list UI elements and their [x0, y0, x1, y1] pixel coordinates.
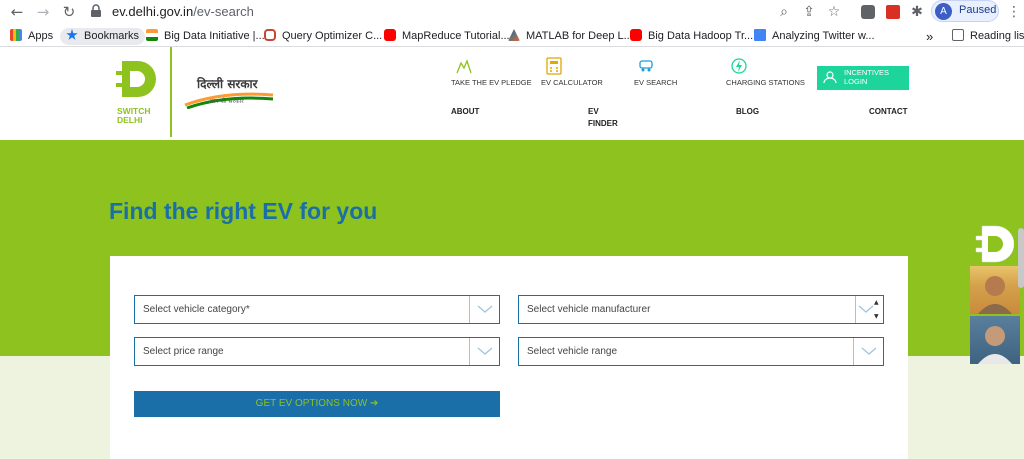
reload-icon[interactable]: ↻: [60, 3, 78, 21]
bookmarks-overflow[interactable]: »: [926, 28, 933, 45]
bookmark-query-optimizer[interactable]: Query Optimizer C...: [264, 28, 382, 45]
reading-list-icon: [952, 29, 964, 41]
nav-contact[interactable]: CONTACT: [869, 106, 908, 118]
profile-button[interactable]: A Paused: [931, 0, 999, 22]
india-flag-icon: [146, 29, 158, 41]
menu-icon[interactable]: ⋮: [1005, 3, 1023, 21]
youtube-icon: [630, 29, 642, 41]
nav-about[interactable]: ABOUT: [451, 106, 479, 118]
switch-delhi-side-icon[interactable]: [974, 224, 1014, 264]
bookmark-big-data-initiative[interactable]: Big Data Initiative |...: [146, 28, 265, 45]
nav-blog[interactable]: BLOG: [736, 106, 759, 118]
leader-photo-2[interactable]: [970, 316, 1020, 364]
forward-arrow-icon[interactable]: →: [34, 3, 52, 21]
svg-text:आप की सरकार: आप की सरकार: [209, 97, 244, 105]
chevron-down-icon: [861, 347, 877, 355]
share-icon[interactable]: ⇪: [800, 3, 818, 21]
document-icon: [754, 29, 766, 41]
logo-wordmark: SWITCH DELHI: [117, 106, 151, 125]
bookmark-mapreduce[interactable]: MapReduce Tutorial...: [384, 28, 510, 45]
browser-toolbar: ← → ↻ ev.delhi.gov.in/ev-search ⌕ ⇪ ☆ ✱ …: [0, 0, 1024, 25]
spinner-control[interactable]: ▲ ▼: [855, 296, 883, 323]
url-text: ev.delhi.gov.in/ev-search: [112, 4, 254, 19]
extension-icon[interactable]: [861, 5, 875, 19]
star-icon[interactable]: ☆: [825, 3, 843, 21]
vehicle-manufacturer-select[interactable]: Select vehicle manufacturer ▲ ▼: [518, 295, 884, 324]
page-title: Find the right EV for you: [109, 198, 378, 224]
delhi-government-logo[interactable]: दिल्ली सरकार आप की सरकार: [183, 75, 278, 109]
vehicle-category-select[interactable]: Select vehicle category*: [134, 295, 500, 324]
bookmark-hadoop[interactable]: Big Data Hadoop Tr...: [630, 28, 753, 45]
switch-delhi-logo[interactable]: SWITCH DELHI: [110, 47, 172, 137]
oracle-icon: [264, 29, 276, 41]
spinner-down-icon[interactable]: ▼: [874, 313, 879, 320]
bookmarks-bar: Apps Bookmarks Big Data Initiative |... …: [0, 25, 1024, 47]
avatar: A: [935, 3, 952, 20]
price-range-select[interactable]: Select price range: [134, 337, 500, 366]
chevron-down-icon: [477, 347, 493, 355]
bookmark-analyzing-twitter[interactable]: Analyzing Twitter w...: [754, 28, 875, 45]
search-icon[interactable]: ⌕: [775, 3, 793, 21]
back-arrow-icon[interactable]: ←: [8, 3, 26, 21]
chevron-down-icon: [858, 305, 874, 313]
person-portrait-icon: [978, 326, 1012, 364]
profile-status: Paused: [959, 4, 997, 16]
calculator-icon: [546, 57, 562, 75]
site-header: SWITCH DELHI दिल्ली सरकार आप की सरकार TA…: [0, 47, 1024, 140]
person-portrait-icon: [978, 276, 1012, 314]
page-scrollbar[interactable]: [1018, 228, 1024, 288]
address-bar[interactable]: ev.delhi.gov.in/ev-search: [88, 1, 858, 23]
apps-grid-icon: [10, 29, 22, 41]
star-filled-icon: [66, 29, 78, 40]
ev-car-search-icon: [639, 60, 653, 72]
bookmark-matlab[interactable]: MATLAB for Deep L...: [508, 28, 633, 45]
incentives-login-button[interactable]: INCENTIVES LOGIN: [817, 66, 909, 90]
reading-list[interactable]: Reading list: [952, 28, 1024, 45]
bookmark-bookmarks[interactable]: Bookmarks: [60, 28, 146, 45]
charging-station-icon: [731, 58, 747, 74]
chevron-down-icon: [477, 305, 493, 313]
pledge-hands-icon: [456, 59, 472, 74]
vehicle-range-select[interactable]: Select vehicle range: [518, 337, 884, 366]
switch-delhi-plug-icon: [116, 61, 156, 97]
bookmark-apps[interactable]: Apps: [10, 28, 53, 45]
extension-red-icon[interactable]: [886, 5, 900, 19]
nav-ev-finder[interactable]: EV FINDER: [588, 106, 618, 130]
user-login-icon: [823, 71, 837, 84]
get-ev-options-button[interactable]: GET EV OPTIONS NOW ➔: [134, 391, 500, 417]
spinner-up-icon[interactable]: ▲: [874, 299, 879, 306]
lock-icon: [91, 4, 101, 17]
leader-photo-1[interactable]: [970, 266, 1020, 314]
matlab-icon: [508, 29, 520, 41]
gov-swoosh-icon: आप की सरकार: [184, 92, 274, 109]
puzzle-icon[interactable]: ✱: [908, 3, 926, 21]
youtube-icon: [384, 29, 396, 41]
